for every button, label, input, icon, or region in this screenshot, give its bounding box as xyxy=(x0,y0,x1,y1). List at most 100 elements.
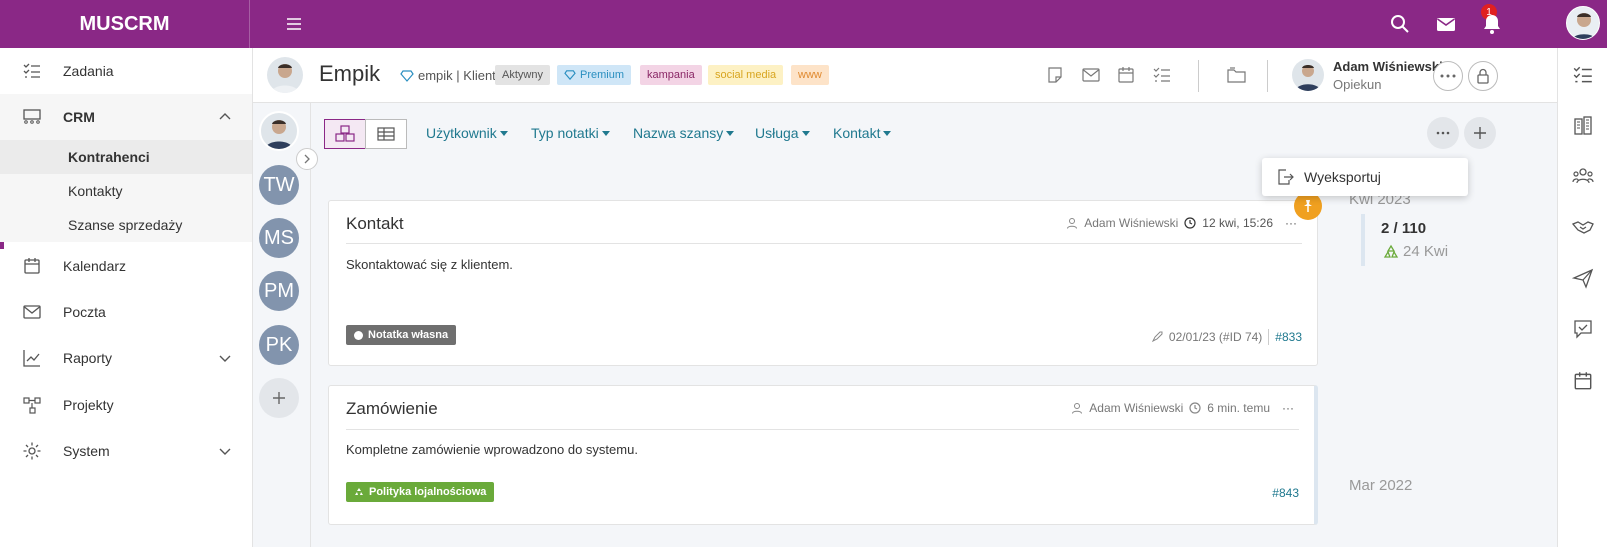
add-note-button[interactable] xyxy=(1464,117,1496,149)
company-name: Empik xyxy=(319,61,381,86)
search-icon[interactable] xyxy=(1388,12,1412,36)
note-meta: Adam Wiśniewski 6 min. temu ··· xyxy=(1071,401,1294,415)
tag-kampania[interactable]: kampania xyxy=(640,65,702,85)
filter-label: Użytkownik xyxy=(426,125,497,141)
chevron-down-icon[interactable] xyxy=(218,351,232,365)
handshake-icon[interactable] xyxy=(1572,216,1594,238)
clock-icon xyxy=(1189,402,1201,414)
tag-aktywny[interactable]: Aktywny xyxy=(495,65,550,85)
lock-button[interactable] xyxy=(1468,61,1498,91)
sidebar-subitem-kontakty[interactable]: Kontakty xyxy=(0,174,252,208)
export-menu-item[interactable]: Wyeksportuj xyxy=(1304,169,1381,185)
more-options-button[interactable] xyxy=(1433,61,1463,91)
divider xyxy=(346,243,1302,244)
note-id[interactable]: #843 xyxy=(1272,486,1299,500)
task-list-icon[interactable] xyxy=(1572,64,1594,86)
company-header: Empik empik | Klient Aktywny Premium kam… xyxy=(253,48,1557,103)
contact-avatar[interactable]: PM xyxy=(259,271,299,311)
note-author: Adam Wiśniewski xyxy=(1084,216,1179,230)
sidebar-item-projekty[interactable]: Projekty xyxy=(0,382,252,428)
pin-icon[interactable] xyxy=(1294,192,1322,220)
opportunity-ref[interactable]: 02/01/23 (#ID 74) xyxy=(1169,330,1262,344)
filter-usluga[interactable]: Usługa xyxy=(755,125,810,141)
filter-kontakt[interactable]: Kontakt xyxy=(833,125,892,141)
chevron-down-icon[interactable] xyxy=(218,444,232,458)
task-list-icon[interactable] xyxy=(1152,65,1172,85)
sidebar-item-system[interactable]: System xyxy=(0,428,252,474)
dot-icon xyxy=(354,330,363,340)
sidebar-item-label: CRM xyxy=(63,109,95,125)
sidebar-item-raporty[interactable]: Raporty xyxy=(0,335,252,381)
filter-nazwa-szansy[interactable]: Nazwa szansy xyxy=(633,125,735,141)
sidebar-item-label: System xyxy=(63,443,110,459)
tag-premium[interactable]: Premium xyxy=(557,65,632,85)
view-table-button[interactable] xyxy=(365,119,407,149)
envelope-icon xyxy=(22,302,42,322)
note-body: Skontaktować się z klientem. xyxy=(346,257,513,272)
sidebar-item-poczta[interactable]: Poczta xyxy=(0,289,252,335)
menu-toggle-icon[interactable] xyxy=(283,13,305,35)
sidebar-subitem-kontrahenci[interactable]: Kontrahenci xyxy=(0,140,252,174)
caret-down-icon xyxy=(726,130,735,136)
users-group-icon xyxy=(22,107,42,127)
mail-icon[interactable] xyxy=(1434,12,1458,36)
add-contact-button[interactable] xyxy=(259,378,299,418)
filter-label: Typ notatki xyxy=(531,125,599,141)
people-icon[interactable] xyxy=(1572,165,1594,187)
company-avatar xyxy=(267,57,303,93)
tag-www[interactable]: www xyxy=(791,65,829,85)
contact-avatar[interactable]: TW xyxy=(259,165,299,205)
note-type-badge: Polityka lojalnościowa xyxy=(346,482,495,502)
view-cards-button[interactable] xyxy=(324,119,366,149)
building-icon[interactable] xyxy=(1572,115,1594,137)
note-title: Zamówienie xyxy=(346,399,438,418)
timeline-year[interactable]: Mar 2022 xyxy=(1349,477,1412,494)
divider xyxy=(1198,60,1199,92)
divider xyxy=(346,429,1299,430)
timeline-date[interactable]: 24 Kwi xyxy=(1383,243,1448,260)
badge-label: Polityka lojalnościowa xyxy=(369,486,487,498)
comment-check-icon[interactable] xyxy=(1572,318,1594,340)
sidebar-item-crm[interactable]: CRM xyxy=(0,94,252,140)
note-card[interactable]: Kontakt Adam Wiśniewski 12 kwi, 15:26 ··… xyxy=(328,200,1318,366)
note-body: Kompletne zamówienie wprowadzono do syst… xyxy=(346,442,638,457)
sidebar-item-kalendarz[interactable]: Kalendarz xyxy=(0,243,252,289)
note-icon[interactable] xyxy=(1045,65,1065,85)
calendar-icon[interactable] xyxy=(1116,65,1136,85)
contact-avatar[interactable]: MS xyxy=(259,218,299,258)
contact-avatar-main[interactable] xyxy=(259,111,299,151)
sidebar-item-zadania[interactable]: Zadania xyxy=(0,48,252,94)
note-card[interactable]: Zamówienie Adam Wiśniewski 6 min. temu ·… xyxy=(328,385,1318,525)
app-logo[interactable]: MUSCRM xyxy=(0,0,250,48)
plus-icon xyxy=(1474,127,1486,139)
gear-icon xyxy=(22,441,42,461)
chevron-up-icon[interactable] xyxy=(218,110,232,124)
filter-uzytkownik[interactable]: Użytkownik xyxy=(426,125,508,141)
contact-avatar[interactable]: PK xyxy=(259,325,299,365)
user-icon xyxy=(1071,402,1083,414)
timeline-count: 2 / 110 xyxy=(1381,220,1427,237)
note-menu-button[interactable]: ··· xyxy=(1285,216,1297,230)
bell-icon[interactable] xyxy=(1480,12,1504,36)
sidebar-item-label: Poczta xyxy=(63,304,106,320)
caret-down-icon xyxy=(499,130,508,136)
sidebar-subitem-szanse[interactable]: Szanse sprzedaży xyxy=(0,208,252,242)
owner-avatar[interactable] xyxy=(1292,59,1324,91)
company-type-label: empik | Klient xyxy=(418,68,496,83)
filter-typ-notatki[interactable]: Typ notatki xyxy=(531,125,610,141)
envelope-icon[interactable] xyxy=(1081,65,1101,85)
more-options-button[interactable] xyxy=(1427,117,1459,149)
caret-down-icon xyxy=(601,130,610,136)
note-menu-button[interactable]: ··· xyxy=(1282,401,1294,415)
tag-label: Premium xyxy=(580,69,625,81)
badge-label: Notatka własna xyxy=(368,329,449,341)
diamond-icon xyxy=(564,70,576,80)
note-id[interactable]: #833 xyxy=(1275,330,1302,344)
send-icon[interactable] xyxy=(1572,267,1594,289)
folder-icon[interactable] xyxy=(1226,65,1248,85)
owner-name[interactable]: Adam Wiśniewski xyxy=(1333,59,1443,74)
user-avatar[interactable] xyxy=(1566,6,1600,40)
contacts-avatar-column: TW MS PM PK xyxy=(253,103,318,547)
tag-social-media[interactable]: social media xyxy=(708,65,784,85)
calendar-icon[interactable] xyxy=(1572,370,1594,392)
